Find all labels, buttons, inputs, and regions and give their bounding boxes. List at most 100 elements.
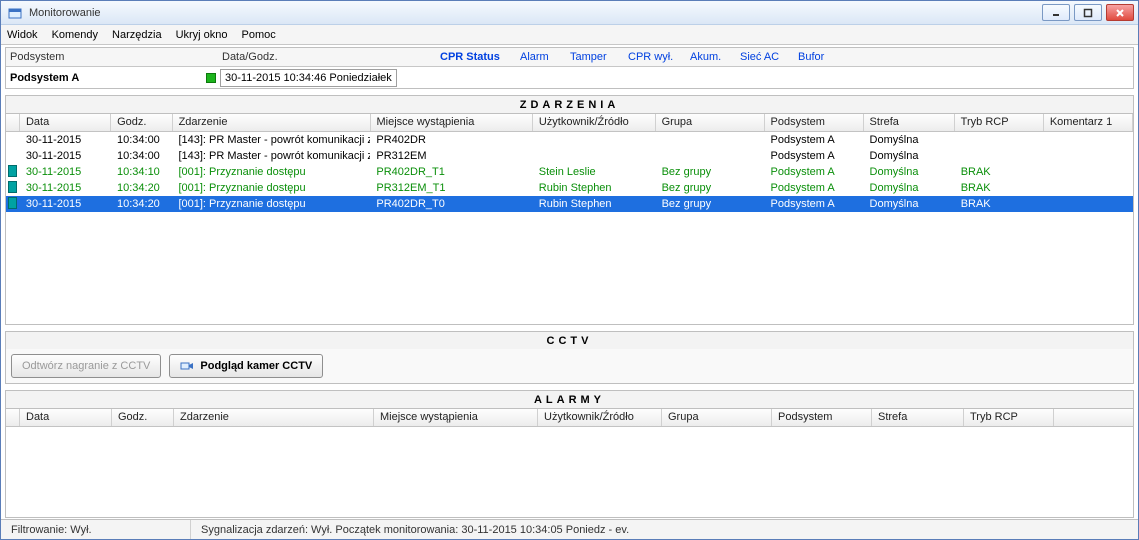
minimize-button[interactable]	[1042, 4, 1070, 21]
events-col-uzytkownik[interactable]: Użytkownik/Źródło	[533, 114, 656, 131]
cell: Podsystem A	[765, 150, 864, 162]
maximize-button[interactable]	[1074, 4, 1102, 21]
flag-icon	[8, 197, 17, 209]
app-icon	[7, 5, 23, 21]
cell: Podsystem A	[765, 182, 864, 194]
cell: Bez grupy	[656, 198, 765, 210]
menu-ukryj-okno[interactable]: Ukryj okno	[176, 29, 228, 41]
label-bufor: Bufor	[798, 51, 848, 63]
cell: [001]: Przyznanie dostępu	[172, 166, 370, 178]
cell: Domyślna	[864, 134, 955, 146]
alarms-col-uzytkownik[interactable]: Użytkownik/Źródło	[538, 409, 662, 426]
cctv-toolbar: Odtwórz nagranie z CCTV Podgląd kamer CC…	[5, 349, 1134, 384]
cell: Podsystem A	[765, 166, 864, 178]
alarms-col-flag[interactable]	[6, 409, 20, 426]
events-col-zdarzenie[interactable]: Zdarzenie	[173, 114, 371, 131]
cell: [143]: PR Master - powrót komunikacji z …	[172, 134, 370, 146]
cell: BRAK	[955, 182, 1044, 194]
close-button[interactable]	[1106, 4, 1134, 21]
cell	[6, 165, 20, 180]
events-col-podsystem[interactable]: Podsystem	[765, 114, 864, 131]
table-row[interactable]: 30-11-201510:34:00[143]: PR Master - pow…	[6, 148, 1133, 164]
cell: PR402DR_T0	[370, 198, 532, 210]
events-section-title: ZDARZENIA	[5, 95, 1134, 113]
alarms-col-tryb[interactable]: Tryb RCP	[964, 409, 1054, 426]
cell: Bez grupy	[656, 182, 765, 194]
cell: PR402DR	[370, 134, 532, 146]
alarms-col-miejsce[interactable]: Miejsce wystąpienia	[374, 409, 538, 426]
cell: 10:34:00	[111, 134, 172, 146]
alarms-col-grupa[interactable]: Grupa	[662, 409, 772, 426]
table-row[interactable]: 30-11-201510:34:00[143]: PR Master - pow…	[6, 132, 1133, 148]
menu-widok[interactable]: Widok	[7, 29, 38, 41]
cell: [001]: Przyznanie dostępu	[172, 182, 370, 194]
cctv-playback-label: Odtwórz nagranie z CCTV	[22, 360, 150, 372]
events-grid-header: Data Godz. Zdarzenie Miejsce wystąpienia…	[6, 114, 1133, 132]
cell: BRAK	[955, 166, 1044, 178]
label-tamper: Tamper	[570, 51, 628, 63]
events-col-miejsce[interactable]: Miejsce wystąpienia	[371, 114, 533, 131]
events-col-tryb[interactable]: Tryb RCP	[955, 114, 1044, 131]
cell: 10:34:20	[111, 198, 172, 210]
titlebar: Monitorowanie	[1, 1, 1138, 25]
cell: Podsystem A	[765, 198, 864, 210]
subsystem-weekday: Poniedziałek	[329, 72, 391, 84]
menu-komendy[interactable]: Komendy	[52, 29, 98, 41]
cctv-playback-button[interactable]: Odtwórz nagranie z CCTV	[11, 354, 161, 378]
cell	[6, 181, 20, 196]
events-col-godz[interactable]: Godz.	[111, 114, 172, 131]
camera-icon	[180, 359, 194, 373]
status-led-icon	[206, 73, 216, 83]
table-row[interactable]: 30-11-201510:34:20[001]: Przyznanie dost…	[6, 180, 1133, 196]
subsystem-name: Podsystem A	[10, 72, 206, 84]
events-col-data[interactable]: Data	[20, 114, 111, 131]
cell: 10:34:10	[111, 166, 172, 178]
cell: 30-11-2015	[20, 182, 111, 194]
cell: Rubin Stephen	[533, 198, 656, 210]
table-row[interactable]: 30-11-201510:34:20[001]: Przyznanie dost…	[6, 196, 1133, 212]
events-col-strefa[interactable]: Strefa	[864, 114, 955, 131]
alarms-col-podsystem[interactable]: Podsystem	[772, 409, 872, 426]
cell: Domyślna	[864, 198, 955, 210]
cell: Rubin Stephen	[533, 182, 656, 194]
label-cpr-status: CPR Status	[440, 51, 520, 63]
events-col-grupa[interactable]: Grupa	[656, 114, 765, 131]
events-grid-body[interactable]: 30-11-2015 10:34:00[143]: PR Master - pow…	[6, 132, 1133, 324]
statusbar: Filtrowanie: Wył. Sygnalizacja zdarzeń: …	[1, 519, 1138, 539]
cell: Stein Leslie	[533, 166, 656, 178]
statusbar-signal: Sygnalizacja zdarzeń: Wył. Początek moni…	[191, 520, 1138, 539]
cell	[6, 197, 20, 212]
label-cpr-wyl: CPR wył.	[628, 51, 690, 63]
status-labels-row: Podsystem Data/Godz. CPR Status Alarm Ta…	[6, 48, 1133, 66]
cell: PR312EM	[370, 150, 532, 162]
flag-icon	[8, 165, 17, 177]
alarms-grid-header: Data Godz. Zdarzenie Miejsce wystąpienia…	[6, 409, 1133, 427]
flag-icon	[8, 181, 17, 193]
menu-narzedzia[interactable]: Narzędzia	[112, 29, 162, 41]
table-row[interactable]: 30-11-201510:34:10[001]: Przyznanie dost…	[6, 164, 1133, 180]
cell: 10:34:00	[111, 150, 172, 162]
events-col-komentarz[interactable]: Komentarz 1	[1044, 114, 1133, 131]
label-siec-ac: Sieć AC	[740, 51, 798, 63]
cell: Domyślna	[864, 150, 955, 162]
cctv-preview-label: Podgląd kamer CCTV	[200, 360, 312, 372]
alarms-col-strefa[interactable]: Strefa	[872, 409, 964, 426]
cell: 30-11-2015	[20, 198, 111, 210]
alarms-col-zdarzenie[interactable]: Zdarzenie	[174, 409, 374, 426]
cctv-section-title: CCTV	[5, 331, 1134, 349]
alarms-grid-body[interactable]	[6, 427, 1133, 517]
statusbar-filter: Filtrowanie: Wył.	[1, 520, 191, 539]
cell: BRAK	[955, 198, 1044, 210]
subsystem-datetime-value: 30-11-2015 10:34:46	[225, 72, 326, 84]
window-title: Monitorowanie	[29, 7, 1042, 19]
subsystem-row[interactable]: Podsystem A 30-11-2015 10:34:46 Poniedzi…	[6, 66, 1133, 88]
cctv-preview-button[interactable]: Podgląd kamer CCTV	[169, 354, 323, 378]
menu-pomoc[interactable]: Pomoc	[242, 29, 276, 41]
alarms-col-godz[interactable]: Godz.	[112, 409, 174, 426]
alarms-col-data[interactable]: Data	[20, 409, 112, 426]
events-col-flag[interactable]	[6, 114, 20, 131]
alarms-grid: Data Godz. Zdarzenie Miejsce wystąpienia…	[5, 408, 1134, 518]
menubar: Widok Komendy Narzędzia Ukryj okno Pomoc	[1, 25, 1138, 45]
alarms-section-title: ALARMY	[5, 390, 1134, 408]
cell: Domyślna	[864, 182, 955, 194]
